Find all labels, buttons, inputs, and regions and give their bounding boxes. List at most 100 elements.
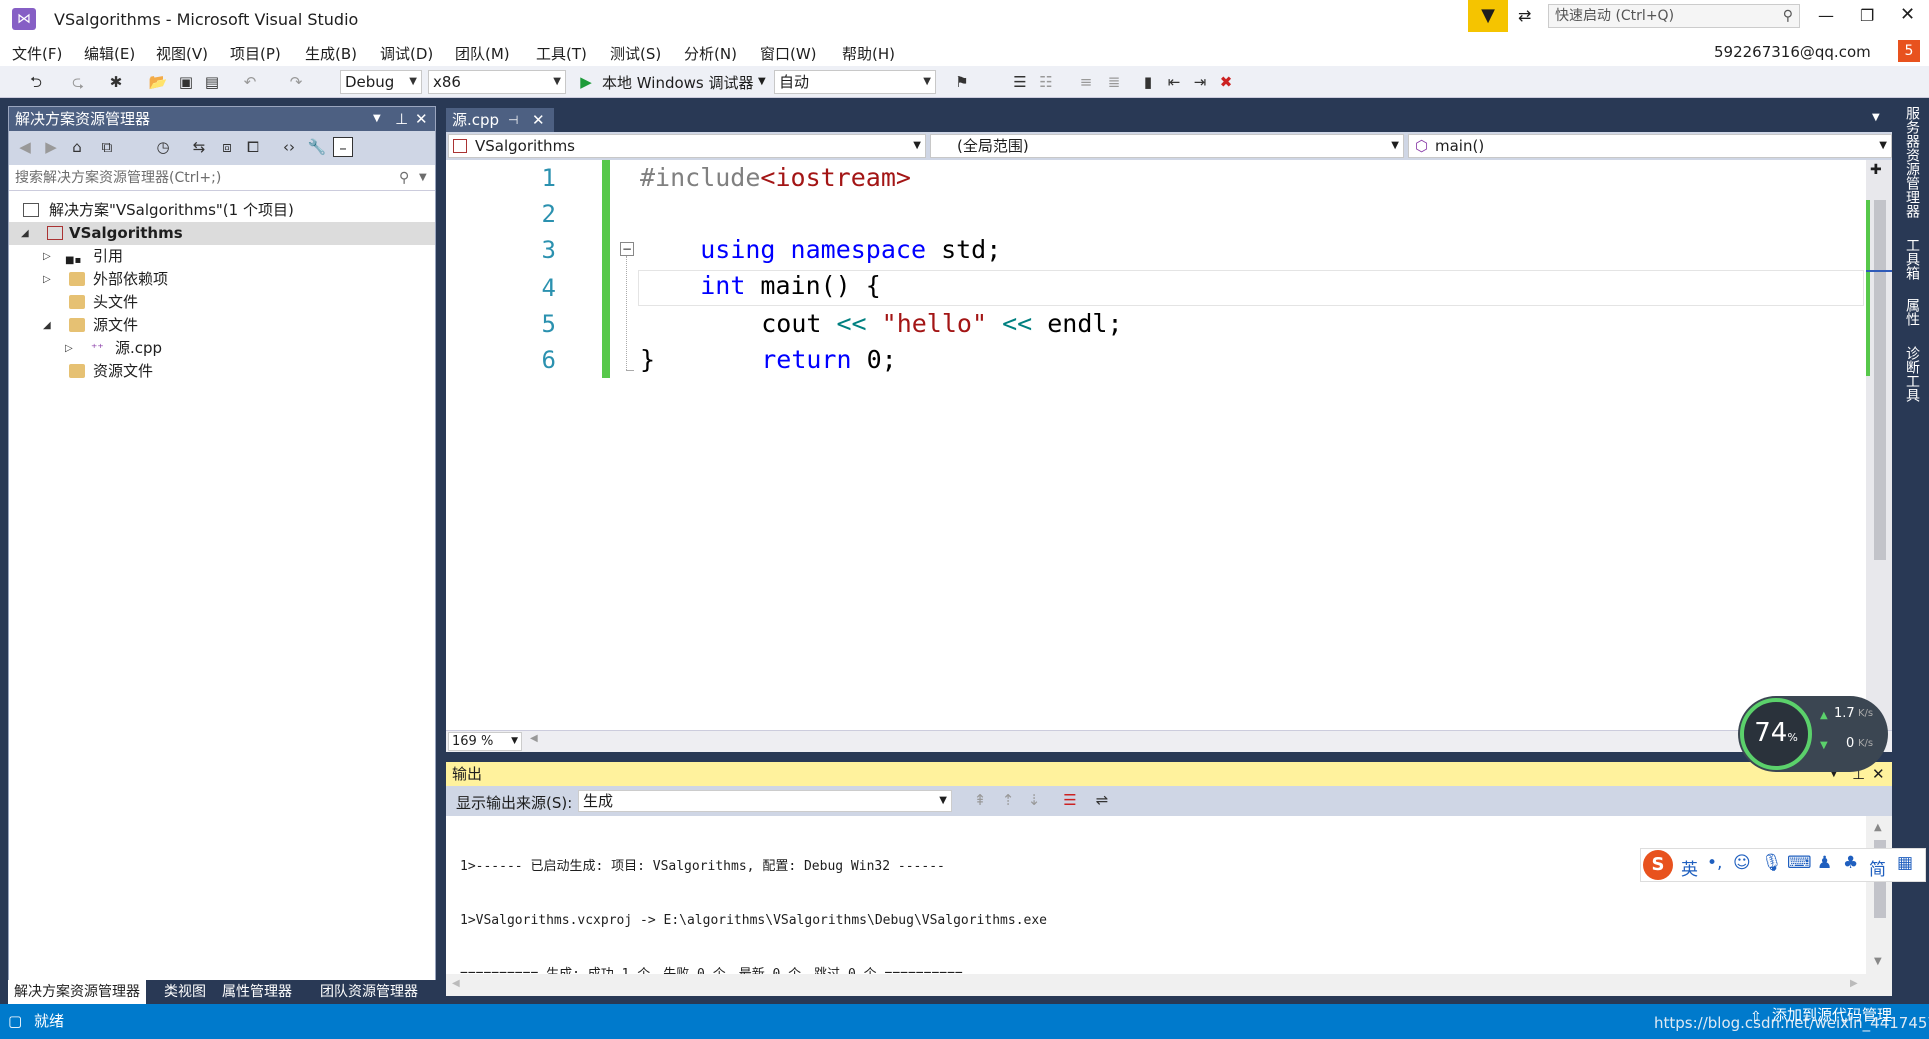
- tree-item-source-files[interactable]: ◢ 源文件: [9, 314, 435, 337]
- undo-icon[interactable]: ↶: [240, 72, 260, 92]
- show-all-files-icon[interactable]: ⧠: [243, 137, 263, 157]
- ime-language[interactable]: 英: [1681, 855, 1698, 880]
- uncomment-icon[interactable]: ≣: [1104, 72, 1124, 92]
- menu-tools[interactable]: 工具(T): [536, 43, 587, 64]
- redo-icon[interactable]: ↷: [286, 72, 306, 92]
- minimize-button[interactable]: —: [1818, 6, 1834, 25]
- find-icon[interactable]: ⚑: [952, 72, 972, 92]
- emoji-icon[interactable]: ☺: [1733, 853, 1751, 873]
- split-icon[interactable]: ✚: [1870, 162, 1882, 178]
- scope-nav-select[interactable]: (全局范围) ▼: [930, 134, 1404, 158]
- keyboard-icon[interactable]: ⌨: [1787, 853, 1812, 873]
- scroll-up-icon[interactable]: ▲: [1874, 822, 1882, 833]
- indent-icon[interactable]: ☰: [1010, 72, 1030, 92]
- menu-analyze[interactable]: 分析(N): [684, 43, 737, 64]
- close-icon[interactable]: ✕: [532, 108, 545, 132]
- grid-menu-icon[interactable]: ▦: [1897, 853, 1913, 873]
- output-window-icon[interactable]: ▢: [8, 1004, 22, 1039]
- member-nav-select[interactable]: ⬡ main() ▼: [1408, 134, 1892, 158]
- debugger-label[interactable]: 本地 Windows 调试器: [602, 72, 754, 93]
- menu-window[interactable]: 窗口(W): [760, 43, 817, 64]
- expanded-triangle-icon[interactable]: ◢: [43, 314, 51, 337]
- view-code-icon[interactable]: ‹›: [279, 137, 299, 157]
- menu-file[interactable]: 文件(F): [12, 43, 62, 64]
- network-monitor-widget[interactable]: 74% ▲ 1.7 K/s ▼ 0 K/s: [1738, 696, 1888, 772]
- clear-bookmarks-icon[interactable]: ✖: [1216, 72, 1236, 92]
- open-file-icon[interactable]: 📂: [148, 72, 168, 92]
- tab-toolbox[interactable]: 工具箱: [1902, 238, 1922, 280]
- ime-simplified[interactable]: 简: [1869, 855, 1886, 880]
- collapsed-triangle-icon[interactable]: ▷: [43, 245, 51, 268]
- tree-item-resource-files[interactable]: 资源文件: [9, 360, 435, 383]
- prev-message-icon[interactable]: ⇡: [998, 790, 1018, 810]
- scroll-right-icon[interactable]: ▶: [1850, 978, 1858, 989]
- notification-badge[interactable]: 5: [1898, 40, 1920, 62]
- code-editor[interactable]: − 1 2 3 4 5 6 #include<iostream> using n…: [446, 160, 1866, 730]
- word-wrap-icon[interactable]: ⇌: [1092, 790, 1112, 810]
- tab-solution-explorer[interactable]: 解决方案资源管理器: [8, 980, 146, 1004]
- scrollbar-thumb[interactable]: [1874, 200, 1886, 560]
- next-message-icon[interactable]: ⇣: [1024, 790, 1044, 810]
- solution-search-input[interactable]: 搜索解决方案资源管理器(Ctrl+;) ⚲ ▼: [9, 165, 435, 191]
- ime-toolbar[interactable]: S 英 •, ☺ 🎙 ⌨ ♟ ♣ 简 ▦: [1640, 848, 1926, 882]
- collapsed-triangle-icon[interactable]: ▷: [65, 337, 73, 360]
- scroll-left-icon[interactable]: ◀: [452, 978, 460, 989]
- scroll-left-icon[interactable]: ◀: [530, 733, 538, 744]
- prev-bookmark-icon[interactable]: ⇤: [1164, 72, 1184, 92]
- account-name[interactable]: 592267316@qq.com: [1714, 43, 1871, 61]
- config-select[interactable]: Debug ▼: [340, 70, 422, 94]
- quick-launch-input[interactable]: 快速启动 (Ctrl+Q) ⚲: [1548, 4, 1800, 28]
- pin-icon[interactable]: ⊣: [508, 108, 518, 132]
- menu-team[interactable]: 团队(M): [455, 43, 510, 64]
- switch-views-icon[interactable]: ⧉: [97, 137, 117, 157]
- back-icon[interactable]: ◀: [15, 137, 35, 157]
- comment-icon[interactable]: ≡: [1076, 72, 1096, 92]
- tab-team-explorer[interactable]: 团队资源管理器: [314, 980, 424, 1004]
- menu-project[interactable]: 项目(P): [230, 43, 281, 64]
- tab-source-cpp[interactable]: 源.cpp ⊣ ✕: [446, 108, 554, 132]
- skin-icon[interactable]: ♣: [1843, 853, 1858, 873]
- punctuation-icon[interactable]: •,: [1707, 853, 1722, 873]
- new-project-icon[interactable]: ✱: [106, 72, 126, 92]
- preview-icon[interactable]: –: [333, 137, 353, 157]
- editor-vertical-scrollbar[interactable]: ✚: [1866, 160, 1892, 730]
- output-text[interactable]: 1>------ 已启动生成: 项目: VSalgorithms, 配置: De…: [446, 816, 1866, 996]
- close-icon[interactable]: ✕: [1872, 762, 1885, 786]
- tab-server-explorer[interactable]: 服务器资源管理器: [1902, 106, 1922, 218]
- tab-class-view[interactable]: 类视图: [158, 980, 212, 1004]
- output-vertical-scrollbar[interactable]: ▲ ▼: [1866, 816, 1892, 996]
- pin-icon[interactable]: ⊥: [395, 107, 408, 131]
- tab-property-manager[interactable]: 属性管理器: [216, 980, 298, 1004]
- menu-edit[interactable]: 编辑(E): [84, 43, 135, 64]
- start-debug-icon[interactable]: ▶: [576, 72, 596, 92]
- bookmark-icon[interactable]: ▮: [1138, 72, 1158, 92]
- scroll-down-icon[interactable]: ▼: [1874, 956, 1882, 967]
- tree-item-source-cpp[interactable]: ▷ ⁺⁺ 源.cpp: [9, 337, 435, 360]
- source-control-button[interactable]: 添加到源代码管理: [1772, 998, 1892, 1033]
- maximize-button[interactable]: ❐: [1860, 6, 1874, 25]
- clear-all-icon[interactable]: ☰: [1060, 790, 1080, 810]
- back-icon[interactable]: ⮌: [26, 72, 46, 92]
- tree-item-solution[interactable]: 解决方案"VSalgorithms"(1 个项目): [9, 199, 435, 222]
- output-source-select[interactable]: 生成 ▼: [578, 790, 952, 812]
- close-button[interactable]: ✕: [1900, 4, 1915, 25]
- tab-diagnostic-tools[interactable]: 诊断工具: [1902, 346, 1922, 402]
- tab-properties[interactable]: 属性: [1902, 298, 1922, 326]
- collapse-toggle-icon[interactable]: −: [620, 242, 634, 256]
- microphone-icon[interactable]: 🎙: [1761, 853, 1783, 873]
- chevron-down-icon[interactable]: ▼: [758, 76, 766, 87]
- forward-icon[interactable]: ▶: [41, 137, 61, 157]
- upload-icon[interactable]: ⇧: [1750, 1000, 1762, 1035]
- tree-item-references[interactable]: ▷ ■▪ 引用: [9, 245, 435, 268]
- menu-build[interactable]: 生成(B): [305, 43, 357, 64]
- chevron-down-icon[interactable]: ▼: [373, 107, 381, 131]
- output-horizontal-scrollbar[interactable]: ◀ ▶: [446, 974, 1866, 996]
- outdent-icon[interactable]: ☷: [1036, 72, 1056, 92]
- next-bookmark-icon[interactable]: ⇥: [1190, 72, 1210, 92]
- filter-icon[interactable]: ▼: [1468, 0, 1508, 32]
- expanded-triangle-icon[interactable]: ◢: [21, 222, 29, 245]
- zoom-select[interactable]: 169 % ▼: [448, 732, 522, 751]
- platform-select[interactable]: x86 ▼: [428, 70, 566, 94]
- pending-changes-icon[interactable]: ◷: [153, 137, 173, 157]
- home-icon[interactable]: ⌂: [67, 137, 87, 157]
